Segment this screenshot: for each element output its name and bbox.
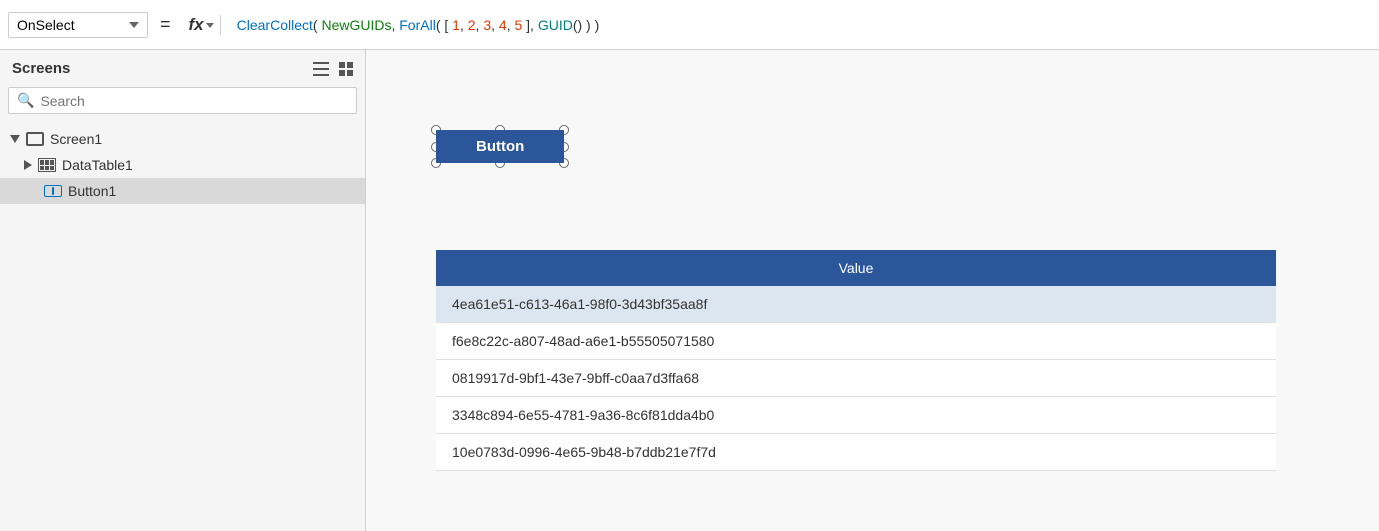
property-dropdown-label: OnSelect bbox=[17, 17, 123, 33]
table-cell-value: 10e0783d-0996-4e65-9b48-b7ddb21e7f7d bbox=[436, 434, 1276, 471]
sidebar-item-datatable1[interactable]: DataTable1 bbox=[0, 152, 365, 178]
table-body: 4ea61e51-c613-46a1-98f0-3d43bf35aa8ff6e8… bbox=[436, 286, 1276, 471]
sidebar: Screens 🔍 bbox=[0, 50, 366, 531]
search-bar[interactable]: 🔍 bbox=[8, 87, 357, 114]
column-header-value: Value bbox=[436, 250, 1276, 286]
screen-icon bbox=[26, 132, 44, 146]
search-icon: 🔍 bbox=[17, 92, 34, 109]
sidebar-header-icons bbox=[313, 60, 353, 77]
table-cell-value: 0819917d-9bf1-43e7-9bff-c0aa7d3ffa68 bbox=[436, 360, 1276, 397]
data-table: Value 4ea61e51-c613-46a1-98f0-3d43bf35aa… bbox=[436, 250, 1276, 471]
equals-sign: = bbox=[156, 14, 175, 35]
list-view-icon[interactable] bbox=[313, 60, 329, 77]
button-tree-icon bbox=[44, 185, 62, 197]
sidebar-item-button1[interactable]: Button1 bbox=[0, 178, 365, 204]
data-table-container: Value 4ea61e51-c613-46a1-98f0-3d43bf35aa… bbox=[436, 250, 1276, 471]
sidebar-item-screen1[interactable]: Screen1 bbox=[0, 126, 365, 152]
sidebar-title: Screens bbox=[12, 60, 70, 77]
grid-view-icon[interactable] bbox=[339, 62, 353, 76]
expand-icon bbox=[24, 160, 32, 170]
sidebar-header: Screens bbox=[0, 50, 365, 87]
property-dropdown[interactable]: OnSelect bbox=[8, 12, 148, 38]
canvas-button[interactable]: Button bbox=[436, 130, 564, 163]
chevron-down-icon bbox=[129, 22, 139, 28]
tree-item-label: DataTable1 bbox=[62, 157, 133, 173]
table-row[interactable]: f6e8c22c-a807-48ad-a6e1-b55505071580 bbox=[436, 323, 1276, 360]
table-row[interactable]: 0819917d-9bf1-43e7-9bff-c0aa7d3ffa68 bbox=[436, 360, 1276, 397]
table-row[interactable]: 4ea61e51-c613-46a1-98f0-3d43bf35aa8f bbox=[436, 286, 1276, 323]
table-header: Value bbox=[436, 250, 1276, 286]
formula-text[interactable]: ClearCollect( NewGUIDs, ForAll( [ 1, 2, … bbox=[229, 17, 1371, 33]
search-input[interactable] bbox=[40, 93, 348, 109]
tree-item-label: Button1 bbox=[68, 183, 116, 199]
selected-button-wrapper[interactable]: Button bbox=[436, 130, 564, 163]
tree-view: Screen1 DataTable1 Button1 bbox=[0, 122, 365, 531]
table-row[interactable]: 10e0783d-0996-4e65-9b48-b7ddb21e7f7d bbox=[436, 434, 1276, 471]
fx-chevron-icon bbox=[206, 23, 214, 28]
table-row[interactable]: 3348c894-6e55-4781-9a36-8c6f81dda4b0 bbox=[436, 397, 1276, 434]
tree-item-label: Screen1 bbox=[50, 131, 102, 147]
table-cell-value: 3348c894-6e55-4781-9a36-8c6f81dda4b0 bbox=[436, 397, 1276, 434]
fx-button[interactable]: fx bbox=[183, 15, 221, 35]
datatable-icon bbox=[38, 158, 56, 172]
formula-bar: OnSelect = fx ClearCollect( NewGUIDs, Fo… bbox=[0, 0, 1379, 50]
canvas-button-container: Button bbox=[436, 130, 564, 163]
expand-icon bbox=[10, 135, 20, 143]
fx-icon: fx bbox=[189, 15, 204, 35]
main-layout: Screens 🔍 bbox=[0, 50, 1379, 531]
canvas-area[interactable]: Button Value 4ea61e51-c613-46a1-98f0-3d4… bbox=[366, 50, 1379, 531]
table-cell-value: f6e8c22c-a807-48ad-a6e1-b55505071580 bbox=[436, 323, 1276, 360]
table-cell-value: 4ea61e51-c613-46a1-98f0-3d43bf35aa8f bbox=[436, 286, 1276, 323]
